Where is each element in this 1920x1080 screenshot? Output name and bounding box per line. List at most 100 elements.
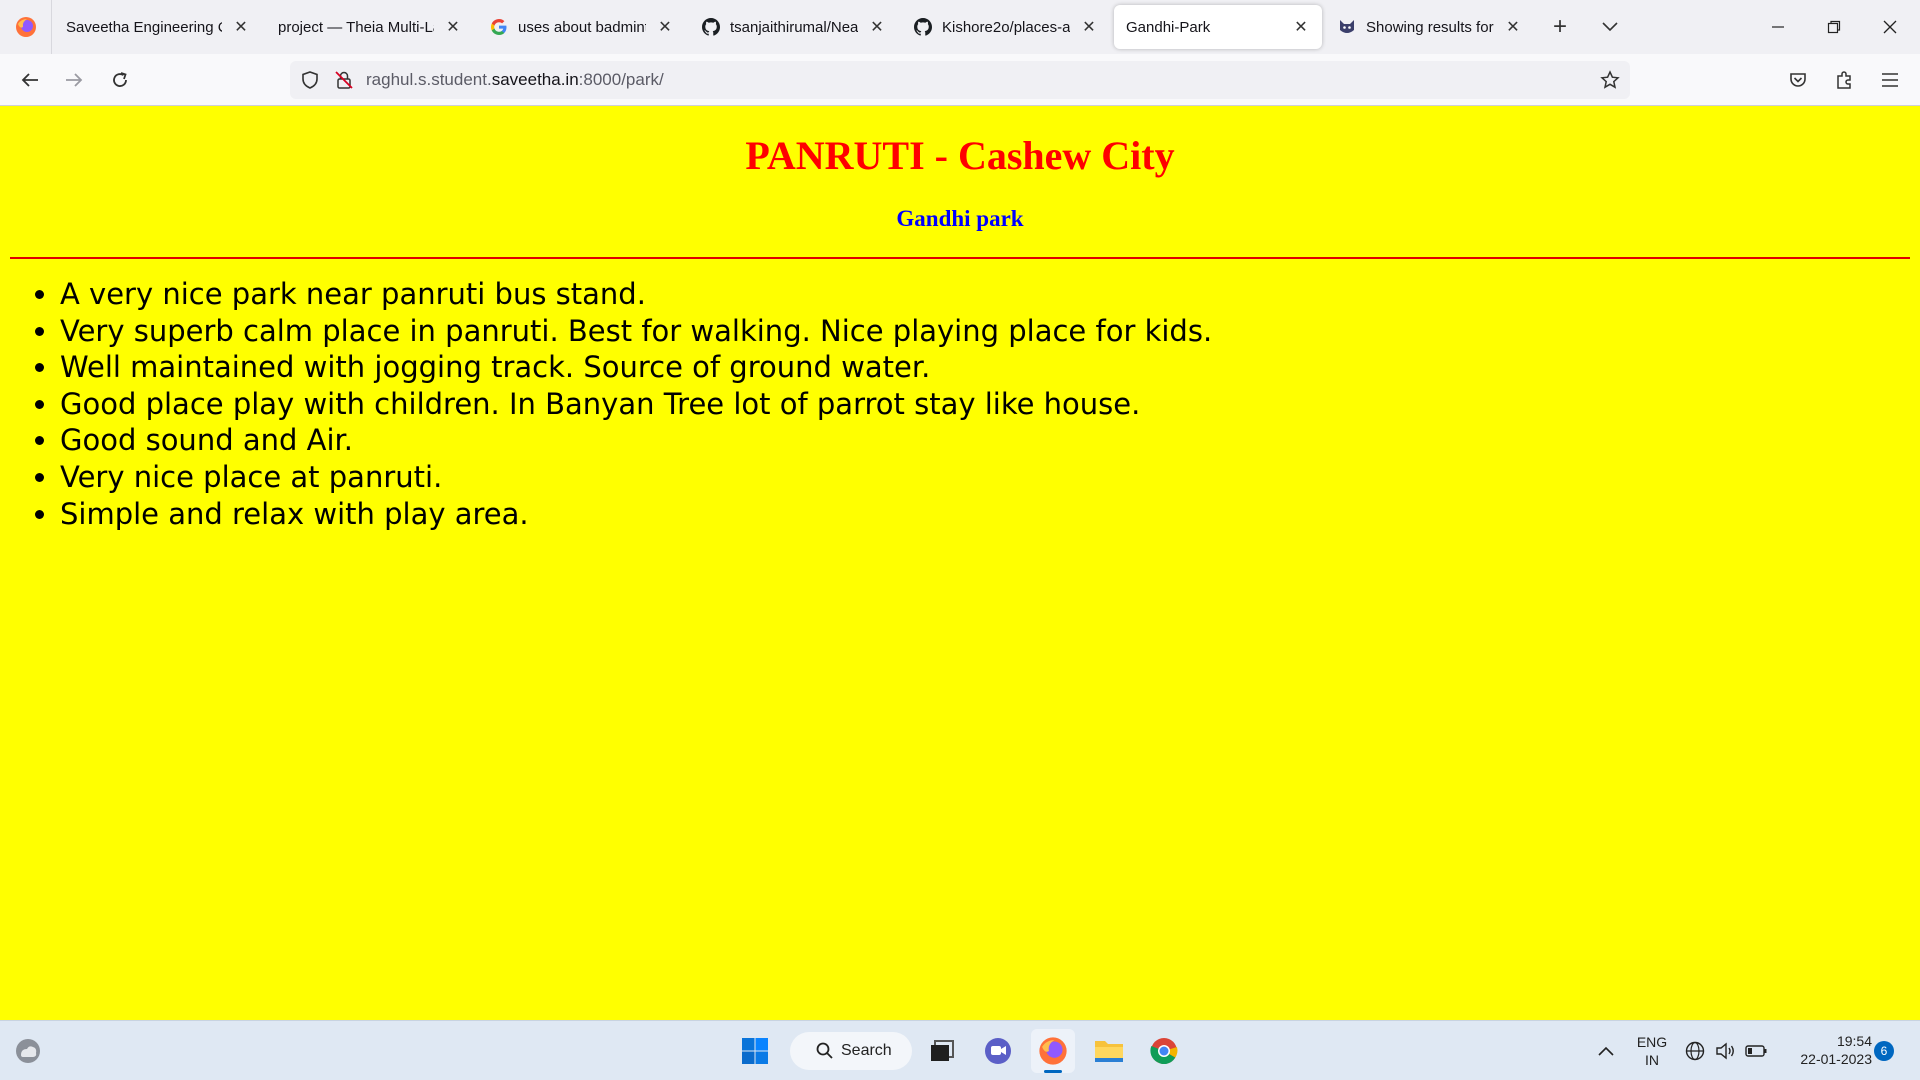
close-icon[interactable]: ✕ xyxy=(232,17,250,37)
clock-date: 22-01-2023 xyxy=(1800,1051,1872,1067)
list-all-tabs-button[interactable] xyxy=(1590,7,1630,47)
task-view-button[interactable] xyxy=(920,1029,964,1073)
chrome-icon xyxy=(1150,1038,1178,1065)
navigation-toolbar: raghul.s.student.saveetha.in:8000/park/ xyxy=(0,54,1920,106)
firefox-view-button[interactable] xyxy=(0,0,52,54)
clock-time: 19:54 xyxy=(1836,1033,1872,1049)
minimize-icon xyxy=(1772,26,1784,28)
url-text[interactable]: raghul.s.student.saveetha.in:8000/park/ xyxy=(366,70,664,90)
close-icon[interactable]: ✕ xyxy=(868,17,886,37)
url-suffix: :8000/park/ xyxy=(578,70,664,89)
chat-icon xyxy=(985,1038,1011,1064)
network-globe-icon xyxy=(1685,1041,1705,1061)
tab-title: Gandhi-Park xyxy=(1126,18,1211,36)
restore-button[interactable] xyxy=(1806,0,1862,54)
cat-icon xyxy=(1340,20,1354,33)
review-item: Very nice place at panruti. xyxy=(60,459,1212,496)
tab-google-search[interactable]: uses about badminton ✕ xyxy=(478,5,686,49)
pocket-button[interactable] xyxy=(1780,62,1816,98)
close-icon xyxy=(1883,20,1897,34)
windows-taskbar: Search ENG IN 19:54 22-01-2023 6 xyxy=(0,1020,1920,1080)
show-hidden-icons-button[interactable] xyxy=(1588,1029,1624,1073)
bookmark-star-icon[interactable] xyxy=(1600,70,1620,90)
arrow-right-icon xyxy=(66,72,83,87)
github-icon xyxy=(914,18,932,36)
review-item: Simple and relax with play area. xyxy=(60,496,1212,533)
review-item: Good place play with children. In Banyan… xyxy=(60,386,1212,423)
restore-icon xyxy=(1827,20,1841,34)
taskbar-search-box[interactable]: Search xyxy=(790,1032,912,1070)
tab-github-nearme[interactable]: tsanjaithirumal/NearMe ✕ xyxy=(690,5,898,49)
windows-logo-icon xyxy=(742,1038,768,1064)
tab-saveetha[interactable]: Saveetha Engineering College ✕ xyxy=(54,5,262,49)
notification-count: 6 xyxy=(1880,1044,1888,1058)
close-window-button[interactable] xyxy=(1862,0,1918,54)
folder-icon xyxy=(1095,1041,1123,1062)
review-item: A very nice park near panruti bus stand. xyxy=(60,276,1212,313)
search-icon xyxy=(816,1042,833,1059)
reload-button[interactable] xyxy=(102,62,138,98)
close-icon[interactable]: ✕ xyxy=(444,17,462,37)
app-menu-button[interactable] xyxy=(1872,62,1908,98)
extensions-button[interactable] xyxy=(1826,62,1862,98)
close-icon[interactable]: ✕ xyxy=(1504,17,1522,37)
tab-title: tsanjaithirumal/NearMe xyxy=(730,18,858,36)
tab-title: Kishore2o/places-around xyxy=(942,18,1070,36)
search-label: Search xyxy=(841,1042,892,1059)
review-list: A very nice park near panruti bus stand.… xyxy=(30,276,1212,532)
taskbar-firefox[interactable] xyxy=(1031,1029,1075,1073)
tab-strip: Saveetha Engineering College ✕ project —… xyxy=(0,0,1920,54)
volume-icon xyxy=(1716,1042,1734,1060)
new-tab-button[interactable]: + xyxy=(1540,7,1580,47)
task-view-icon xyxy=(931,1040,954,1061)
review-item: Very superb calm place in panruti. Best … xyxy=(60,313,1212,350)
start-button[interactable] xyxy=(733,1029,777,1073)
notification-badge[interactable]: 6 xyxy=(1874,1041,1894,1061)
google-icon xyxy=(491,19,507,35)
quick-settings-button[interactable] xyxy=(1684,1035,1784,1067)
taskbar-file-explorer[interactable] xyxy=(1087,1029,1131,1073)
pocket-icon xyxy=(1790,72,1806,87)
arrow-left-icon xyxy=(21,72,38,87)
tab-github-places[interactable]: Kishore2o/places-around ✕ xyxy=(902,5,1110,49)
github-icon xyxy=(702,18,720,36)
teams-chat-button[interactable] xyxy=(976,1029,1020,1073)
page-title: PANRUTI - Cashew City xyxy=(745,133,1175,178)
shield-icon[interactable] xyxy=(300,70,320,90)
insecure-lock-icon[interactable] xyxy=(334,70,354,90)
tab-title: Showing results for https xyxy=(1366,18,1494,36)
page-subtitle: Gandhi park xyxy=(896,206,1024,231)
tab-title: uses about badminton xyxy=(518,18,646,36)
tab-gandhi-park[interactable]: Gandhi-Park ✕ xyxy=(1114,5,1322,49)
url-bar[interactable]: raghul.s.student.saveetha.in:8000/park/ xyxy=(290,61,1630,99)
puzzle-icon xyxy=(1837,70,1851,89)
tab-showing-results[interactable]: Showing results for https ✕ xyxy=(1326,5,1534,49)
taskbar-chrome[interactable] xyxy=(1142,1029,1186,1073)
minimize-button[interactable] xyxy=(1750,0,1806,54)
hamburger-menu-icon xyxy=(1882,72,1898,87)
firefox-icon xyxy=(1039,1037,1067,1065)
tab-theia-project[interactable]: project — Theia Multi-Language ✕ xyxy=(266,5,474,49)
plus-icon: + xyxy=(1552,13,1567,40)
forward-button[interactable] xyxy=(56,62,92,98)
url-prefix: raghul.s.student. xyxy=(366,70,492,89)
widgets-button[interactable] xyxy=(6,1029,50,1073)
firefox-icon xyxy=(15,17,36,37)
tab-title: project — Theia Multi-Language xyxy=(278,18,434,36)
close-icon[interactable]: ✕ xyxy=(1292,17,1310,37)
review-item: Well maintained with jogging track. Sour… xyxy=(60,349,1212,386)
input-language-indicator[interactable]: ENG IN xyxy=(1628,1033,1676,1069)
chevron-down-icon xyxy=(1602,22,1618,32)
back-button[interactable] xyxy=(12,62,48,98)
active-app-indicator xyxy=(1044,1070,1062,1073)
web-page-content: PANRUTI - Cashew City Gandhi park A very… xyxy=(0,106,1920,1020)
tab-title: Saveetha Engineering College xyxy=(66,18,222,36)
weather-icon xyxy=(16,1039,40,1063)
region-code: IN xyxy=(1645,1052,1659,1068)
chevron-up-icon xyxy=(1598,1046,1614,1056)
clock[interactable]: 19:54 22-01-2023 xyxy=(1782,1032,1872,1068)
language-code: ENG xyxy=(1636,1034,1668,1050)
close-icon[interactable]: ✕ xyxy=(656,17,674,37)
close-icon[interactable]: ✕ xyxy=(1080,17,1098,37)
divider xyxy=(10,257,1910,259)
